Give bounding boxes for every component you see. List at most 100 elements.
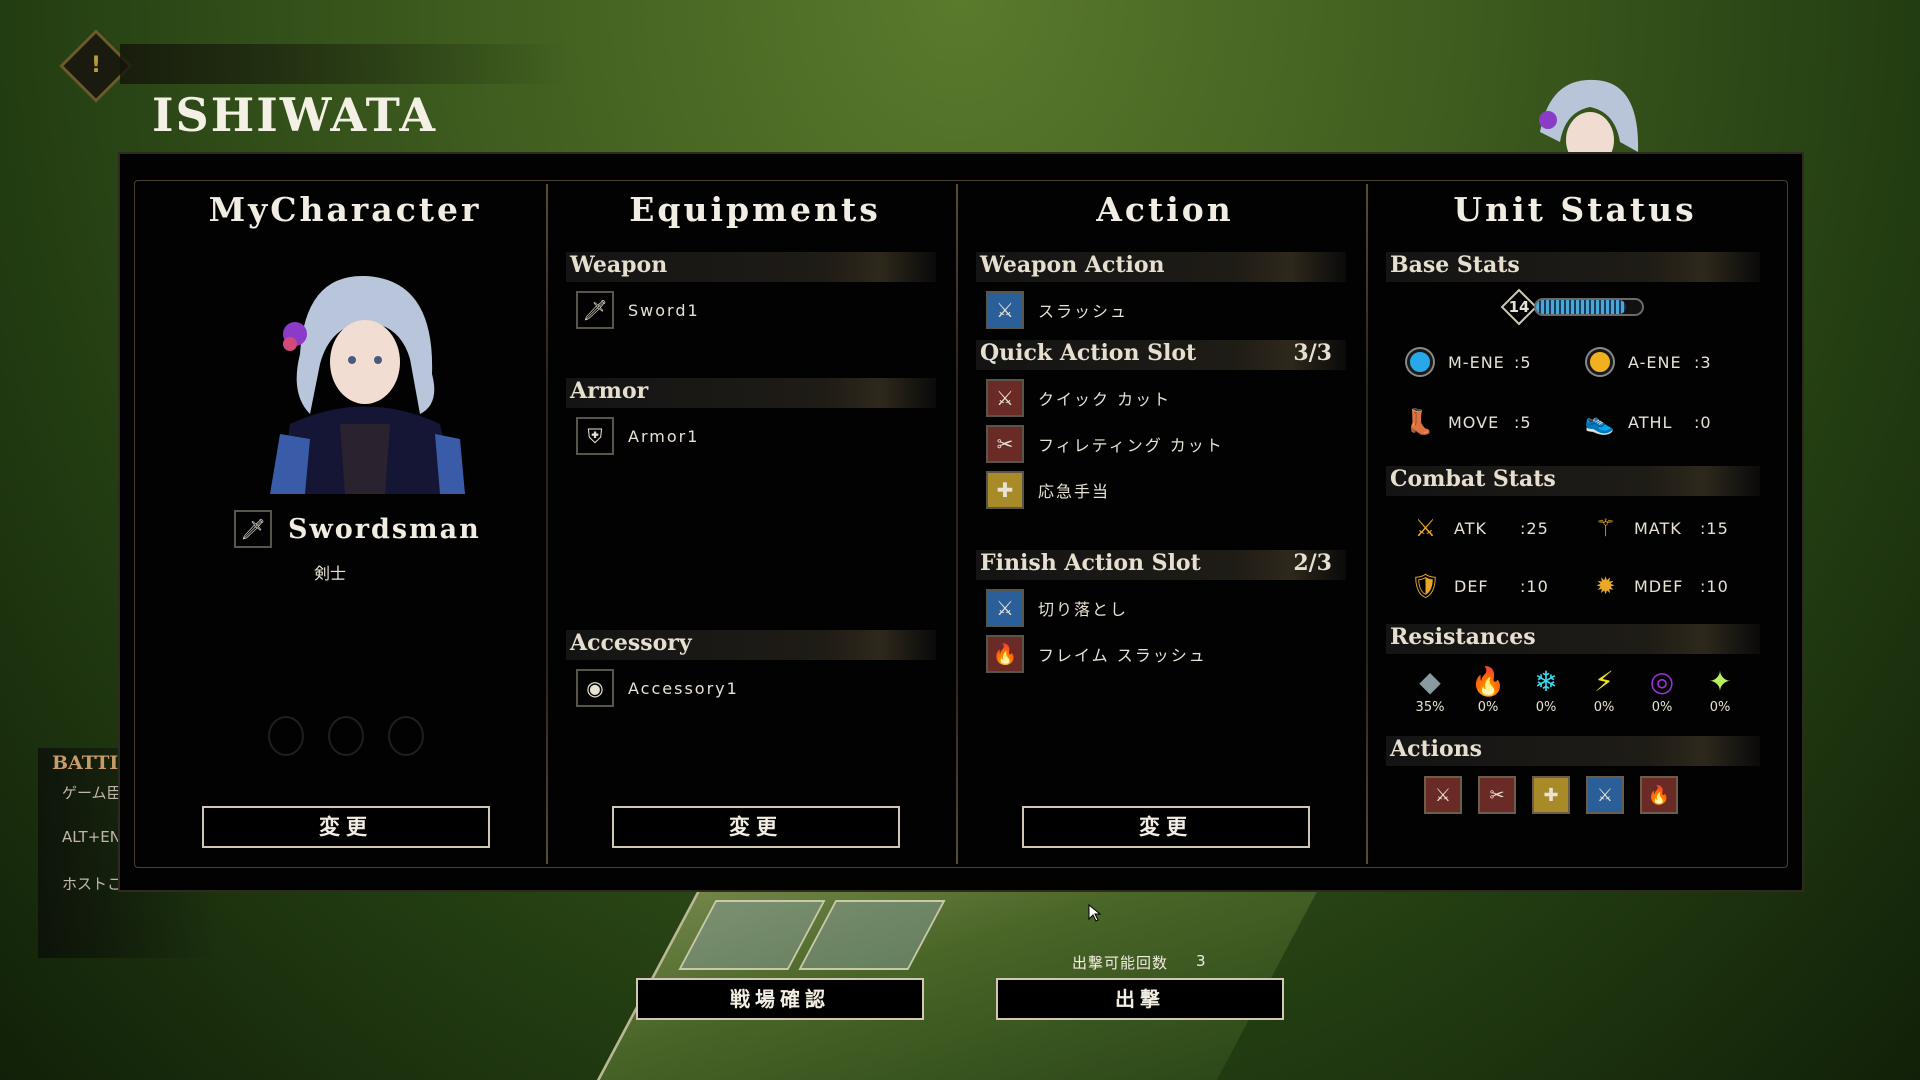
change-equipment-button[interactable]: 変更 xyxy=(612,806,900,848)
move-value: :5 xyxy=(1514,412,1532,432)
armor-icon: ⛨ xyxy=(576,417,614,455)
ice-resistance: ❄ 0% xyxy=(1522,664,1570,715)
boot-icon: 👢 xyxy=(1404,408,1436,436)
weapon-action-section: Weapon Action xyxy=(976,252,1346,282)
quick-action-label: 応急手当 xyxy=(1038,482,1111,501)
def-shield-icon: 🛡 xyxy=(1410,572,1442,600)
level-bar-fill xyxy=(1536,300,1627,314)
finish-action-title: Finish Action Slot xyxy=(980,550,1201,576)
flame-slash-action-icon[interactable]: 🔥 xyxy=(1640,776,1678,814)
accessory-section: Accessory xyxy=(566,630,936,660)
matk-staff-icon: ⚚ xyxy=(1594,514,1618,542)
empty-gem-slot[interactable] xyxy=(328,716,364,756)
athl-label: ATHL xyxy=(1628,412,1673,432)
flame-slash-icon: 🔥 xyxy=(986,635,1024,673)
weapon-action-label: スラッシュ xyxy=(1038,302,1129,321)
move-stat: 👢 MOVE :5 xyxy=(1402,404,1531,440)
accessory-icon: ◉ xyxy=(576,669,614,707)
dark-resistance: ◎ 0% xyxy=(1638,664,1686,715)
class-name: Swordsman xyxy=(288,514,481,545)
m-ene-label: M-ENE xyxy=(1448,352,1505,372)
quick-cut-action-icon[interactable]: ⚔ xyxy=(1424,776,1462,814)
atk-value: :25 xyxy=(1520,518,1549,538)
side-menu-item[interactable]: ホストこ xyxy=(62,873,122,894)
base-stats-section: Base Stats xyxy=(1386,252,1760,282)
slash-action-icon: ⚔ xyxy=(986,291,1024,329)
atk-sword-icon: ⚔ xyxy=(1414,514,1438,542)
physical-resistance: ◆ 35% xyxy=(1406,664,1454,715)
combat-stats-section: Combat Stats xyxy=(1386,466,1760,496)
resistance-value: 0% xyxy=(1535,700,1557,715)
cut-down-icon: ⚔ xyxy=(986,589,1024,627)
side-menu-item[interactable]: ゲーム臣 xyxy=(62,782,122,803)
mouse-cursor-icon xyxy=(1088,904,1102,922)
first-aid-icon: ✚ xyxy=(986,471,1024,509)
fire-icon: 🔥 xyxy=(1470,665,1506,698)
resistance-value: 0% xyxy=(1709,700,1731,715)
rock-icon: ◆ xyxy=(1419,665,1441,698)
finish-action-label: 切り落とし xyxy=(1038,600,1129,619)
def-label: DEF xyxy=(1454,576,1489,596)
armor-section: Armor xyxy=(566,378,936,408)
weapon-action-slot[interactable]: ⚔ スラッシュ xyxy=(986,290,1128,330)
lightning-resistance: ⚡ 0% xyxy=(1580,664,1628,715)
finish-action-slot[interactable]: 🔥 フレイム スラッシュ xyxy=(986,634,1207,674)
weapon-item-label: Sword1 xyxy=(628,300,700,320)
change-character-button[interactable]: 変更 xyxy=(202,806,490,848)
column-divider xyxy=(1366,184,1368,864)
sortie-count-label: 出撃可能回数 xyxy=(1072,954,1169,972)
vortex-icon: ◎ xyxy=(1649,665,1675,698)
mycharacter-title: MyCharacter xyxy=(208,190,482,229)
m-ene-icon xyxy=(1402,344,1438,380)
resistance-value: 0% xyxy=(1593,700,1615,715)
fillet-cut-action-icon[interactable]: ✂ xyxy=(1478,776,1516,814)
mdef-stat: ✹ MDEF :10 xyxy=(1588,568,1727,604)
matk-value: :15 xyxy=(1700,518,1729,538)
weapon-section: Weapon xyxy=(566,252,936,282)
resistances-section: Resistances xyxy=(1386,624,1760,654)
armor-slot[interactable]: ⛨ Armor1 xyxy=(576,416,699,456)
mdef-value: :10 xyxy=(1700,576,1729,596)
empty-gem-slot[interactable] xyxy=(388,716,424,756)
m-ene-value: :5 xyxy=(1514,352,1532,372)
athletics-icon: 👟 xyxy=(1584,408,1616,436)
character-name: ISHIWATA xyxy=(152,88,438,142)
armor-item-label: Armor1 xyxy=(628,426,700,446)
unit-status-title: Unit Status xyxy=(1453,190,1697,229)
empty-gem-slot[interactable] xyxy=(268,716,304,756)
change-action-button[interactable]: 変更 xyxy=(1022,806,1310,848)
quick-action-title: Quick Action Slot xyxy=(980,340,1197,366)
accessory-slot[interactable]: ◉ Accessory1 xyxy=(576,668,739,708)
battlefield-check-button[interactable]: 戦場確認 xyxy=(636,978,924,1020)
side-menu-title: BATTI xyxy=(52,752,119,774)
resistance-value: 35% xyxy=(1415,700,1445,715)
a-ene-icon xyxy=(1582,344,1618,380)
board-cell xyxy=(798,900,946,970)
sword-class-icon: 🗡 xyxy=(234,510,272,548)
action-title: Action xyxy=(1096,190,1234,229)
level-value: 14 xyxy=(1508,298,1530,316)
mdef-orb-icon: ✹ xyxy=(1595,572,1617,600)
quick-action-count: 3/3 xyxy=(1293,340,1332,366)
a-ene-value: :3 xyxy=(1694,352,1712,372)
star-icon: ✦ xyxy=(1708,665,1732,698)
column-divider xyxy=(546,184,548,864)
quick-action-slot[interactable]: ✚ 応急手当 xyxy=(986,470,1110,510)
quick-action-label: クイック カット xyxy=(1038,390,1172,409)
weapon-slot[interactable]: 🗡 Sword1 xyxy=(576,290,700,330)
sword-icon: 🗡 xyxy=(576,291,614,329)
matk-stat: ⚚ MATK :15 xyxy=(1588,510,1728,546)
slash-action-icon[interactable]: ⚔ xyxy=(1586,776,1624,814)
quick-action-section: Quick Action Slot 3/3 xyxy=(976,340,1346,370)
quick-action-slot[interactable]: ✂ フィレティング カット xyxy=(986,424,1224,464)
finish-action-slot[interactable]: ⚔ 切り落とし xyxy=(986,588,1128,628)
first-aid-action-icon[interactable]: ✚ xyxy=(1532,776,1570,814)
sortie-count-value: 3 xyxy=(1196,952,1206,970)
equipments-title: Equipments xyxy=(629,190,881,229)
quick-action-slot[interactable]: ⚔ クイック カット xyxy=(986,378,1171,418)
mdef-label: MDEF xyxy=(1634,576,1684,596)
column-divider xyxy=(956,184,958,864)
sortie-button[interactable]: 出撃 xyxy=(996,978,1284,1020)
side-menu-item[interactable]: ALT+EN xyxy=(62,828,121,846)
atk-stat: ⚔ ATK :25 xyxy=(1408,510,1548,546)
